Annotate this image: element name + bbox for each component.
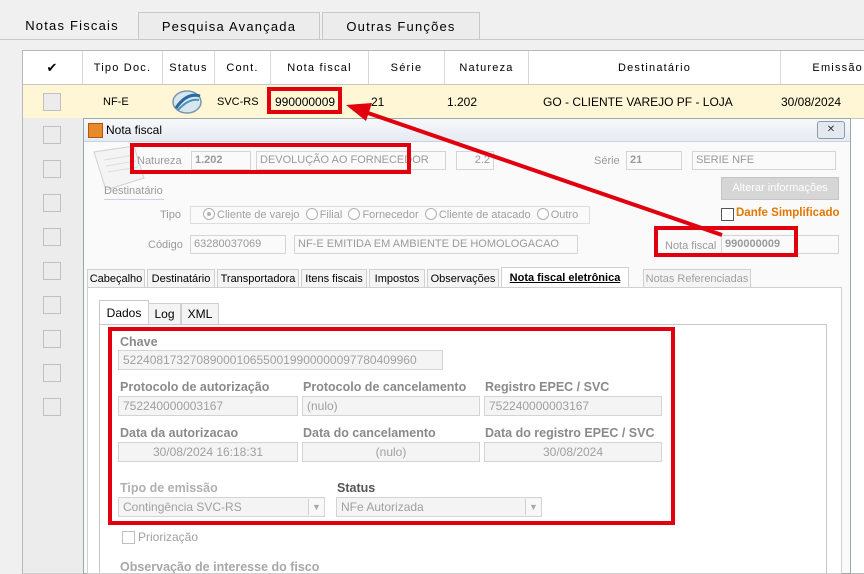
annotation-arrow	[346, 103, 723, 237]
